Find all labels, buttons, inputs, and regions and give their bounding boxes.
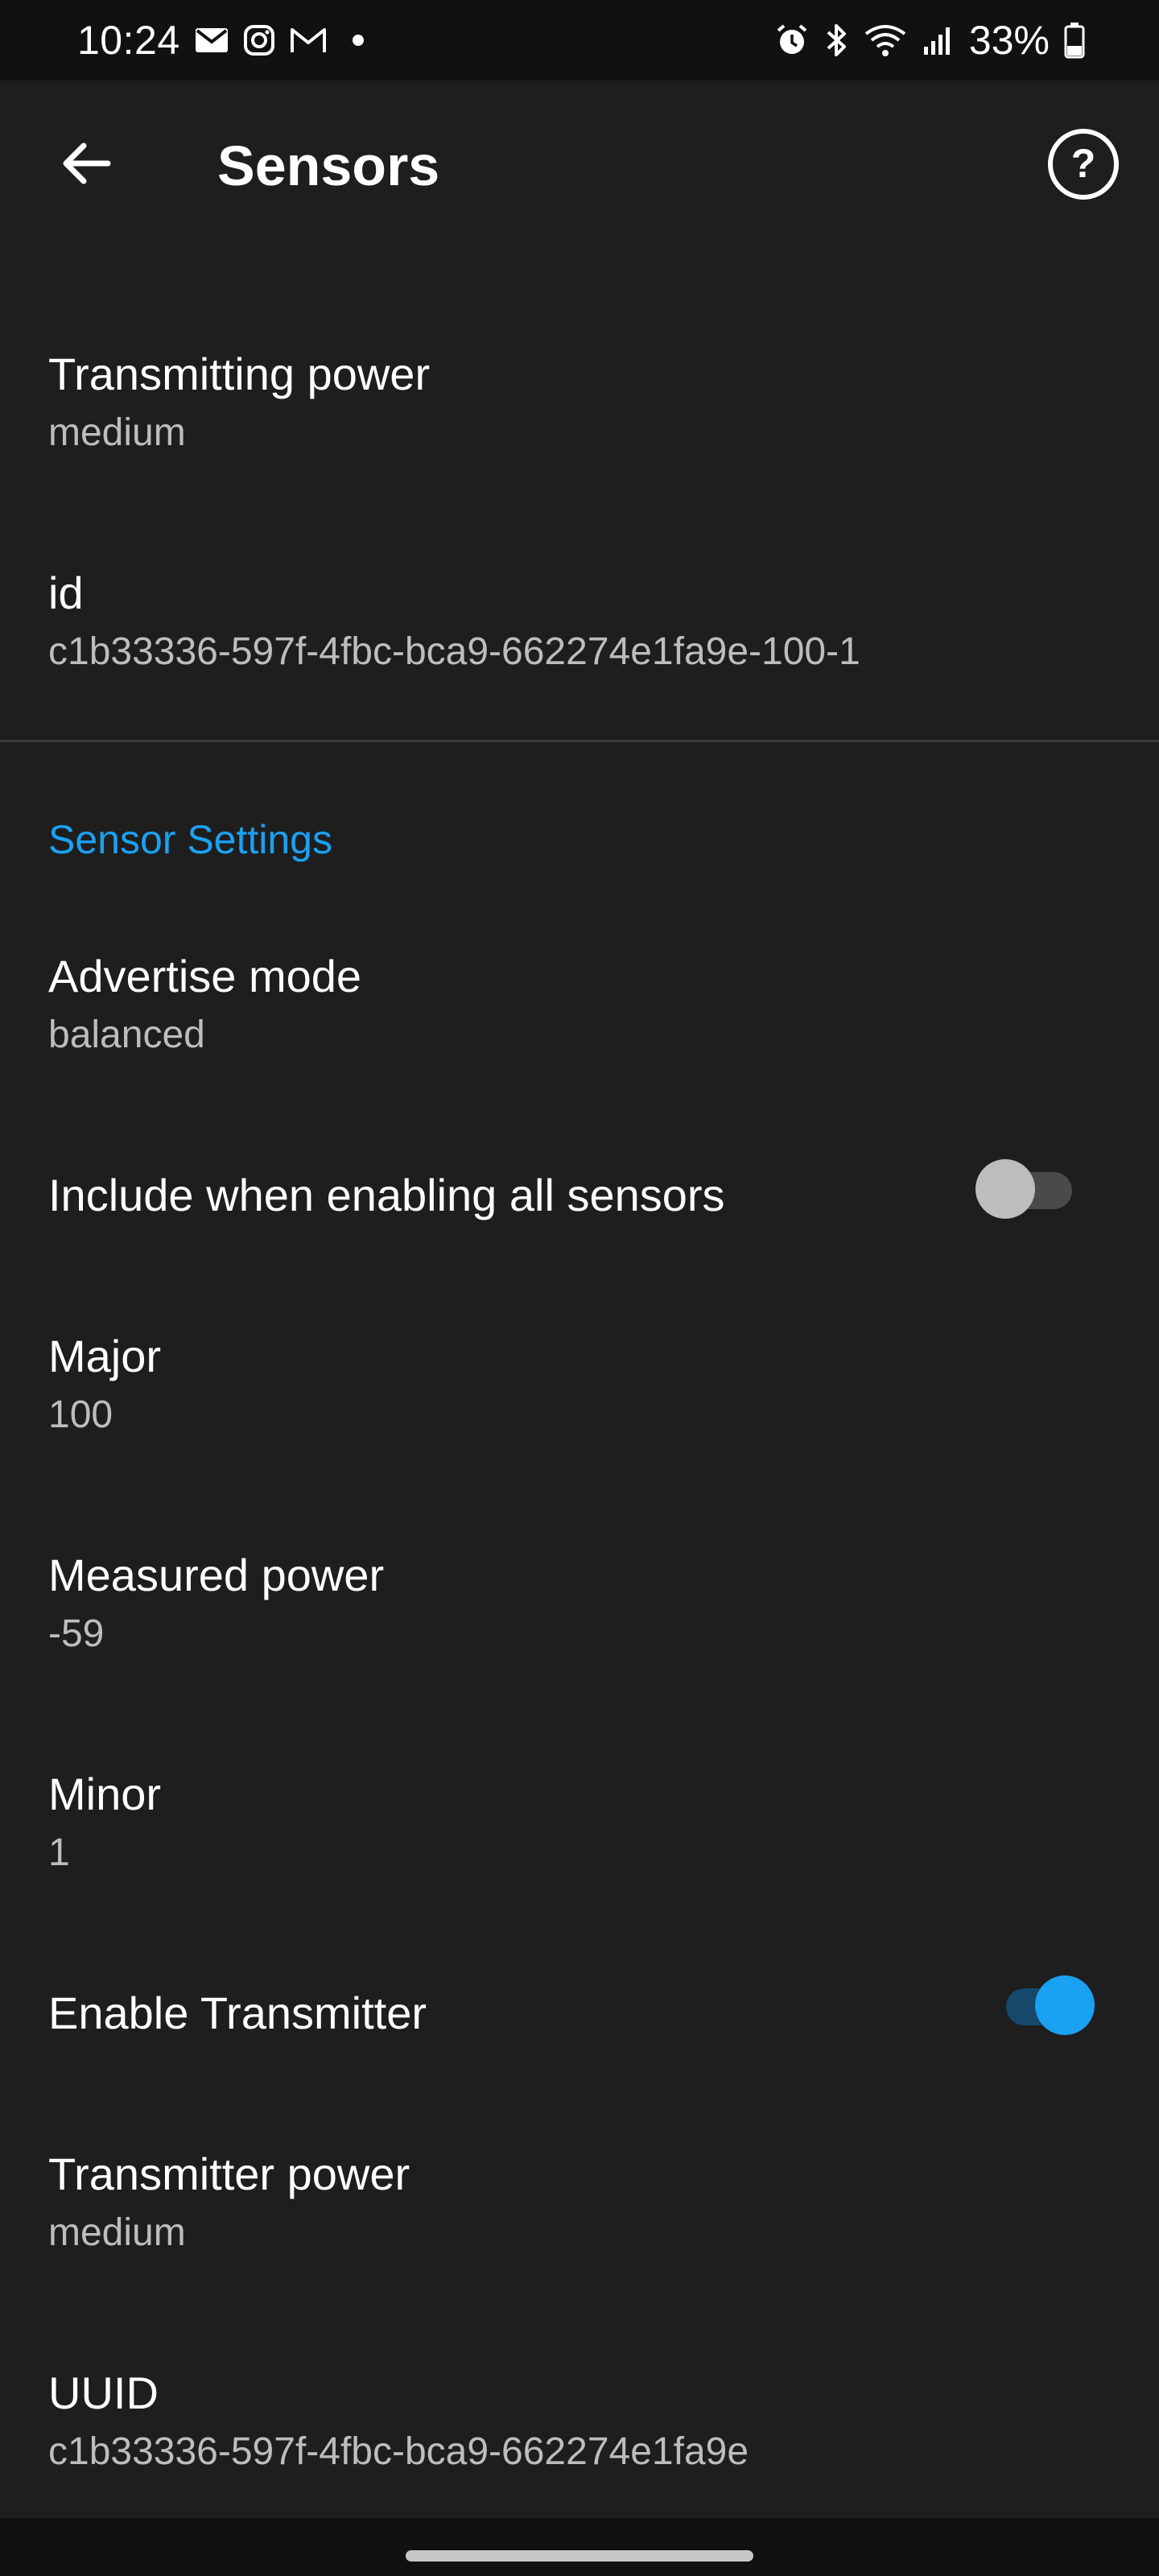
setting-uuid[interactable]: UUID c1b33336-597f-4fbc-bca9-662274e1fa9… — [0, 2367, 1159, 2504]
mail-icon — [195, 27, 229, 53]
setting-title: Measured power — [48, 1550, 385, 1600]
list-item-transmitting-power[interactable]: Transmitting power medium — [0, 348, 1159, 485]
setting-value: c1b33336-597f-4fbc-bca9-662274e1fa9e — [48, 2430, 749, 2473]
setting-title: Include when enabling all sensors — [48, 1170, 725, 1220]
back-button[interactable] — [45, 121, 126, 209]
help-icon: ? — [1046, 127, 1120, 205]
list-item-title: id — [48, 568, 84, 618]
status-time: 10:24 — [77, 18, 180, 63]
arrow-left-icon — [60, 141, 111, 190]
setting-value: 100 — [48, 1393, 113, 1436]
switch-thumb — [1035, 1975, 1095, 2035]
setting-title: Minor — [48, 1769, 162, 1819]
gmail-icon — [290, 27, 327, 54]
page-title: Sensors — [217, 134, 440, 197]
list-item-id[interactable]: id c1b33336-597f-4fbc-bca9-662274e1fa9e-… — [0, 567, 1159, 704]
status-right: 33% — [774, 17, 1085, 64]
battery-percentage: 33% — [968, 18, 1050, 63]
status-left: 10:24 — [77, 17, 364, 64]
notification-dot — [352, 35, 364, 46]
setting-value: balanced — [48, 1013, 205, 1056]
setting-title: Transmitter power — [48, 2149, 410, 2199]
section-divider — [0, 740, 1159, 742]
switch-thumb — [975, 1159, 1035, 1219]
bluetooth-icon — [824, 23, 848, 58]
list-item-title: Transmitting power — [48, 349, 431, 399]
status-bar: 10:24 33% — [0, 0, 1159, 80]
alarm-icon — [774, 23, 810, 58]
enable-transmitter-switch[interactable] — [998, 1972, 1095, 2037]
setting-include-all-sensors[interactable]: Include when enabling all sensors — [0, 1159, 1159, 1265]
list-item-subtitle: medium — [48, 411, 186, 454]
setting-title: Major — [48, 1331, 162, 1381]
instagram-icon — [243, 24, 275, 56]
battery-icon — [1064, 22, 1085, 59]
setting-title: UUID — [48, 2368, 159, 2418]
wifi-icon — [863, 23, 908, 58]
setting-minor[interactable]: Minor 1 — [0, 1768, 1159, 1905]
app-bar: Sensors ? — [0, 80, 1159, 251]
setting-title: Advertise mode — [48, 951, 362, 1001]
setting-advertise-mode[interactable]: Advertise mode balanced — [0, 950, 1159, 1087]
setting-value: -59 — [48, 1612, 105, 1655]
setting-transmitter-power[interactable]: Transmitter power medium — [0, 2148, 1159, 2285]
include-all-switch[interactable] — [975, 1156, 1072, 1220]
svg-text:?: ? — [1071, 141, 1096, 186]
setting-value: 1 — [48, 1831, 70, 1874]
list-item-subtitle: c1b33336-597f-4fbc-bca9-662274e1fa9e-100… — [48, 630, 860, 673]
navigation-bar — [0, 2518, 1159, 2576]
setting-measured-power[interactable]: Measured power -59 — [0, 1549, 1159, 1686]
setting-value: medium — [48, 2211, 186, 2254]
signal-icon — [922, 24, 955, 56]
setting-title: Enable Transmitter — [48, 1988, 427, 2038]
setting-major[interactable]: Major 100 — [0, 1330, 1159, 1467]
help-button[interactable]: ? — [1043, 126, 1124, 206]
home-gesture-handle[interactable] — [406, 2550, 753, 2562]
section-header: Sensor Settings — [48, 817, 332, 862]
setting-enable-transmitter[interactable]: Enable Transmitter — [0, 1975, 1159, 2083]
